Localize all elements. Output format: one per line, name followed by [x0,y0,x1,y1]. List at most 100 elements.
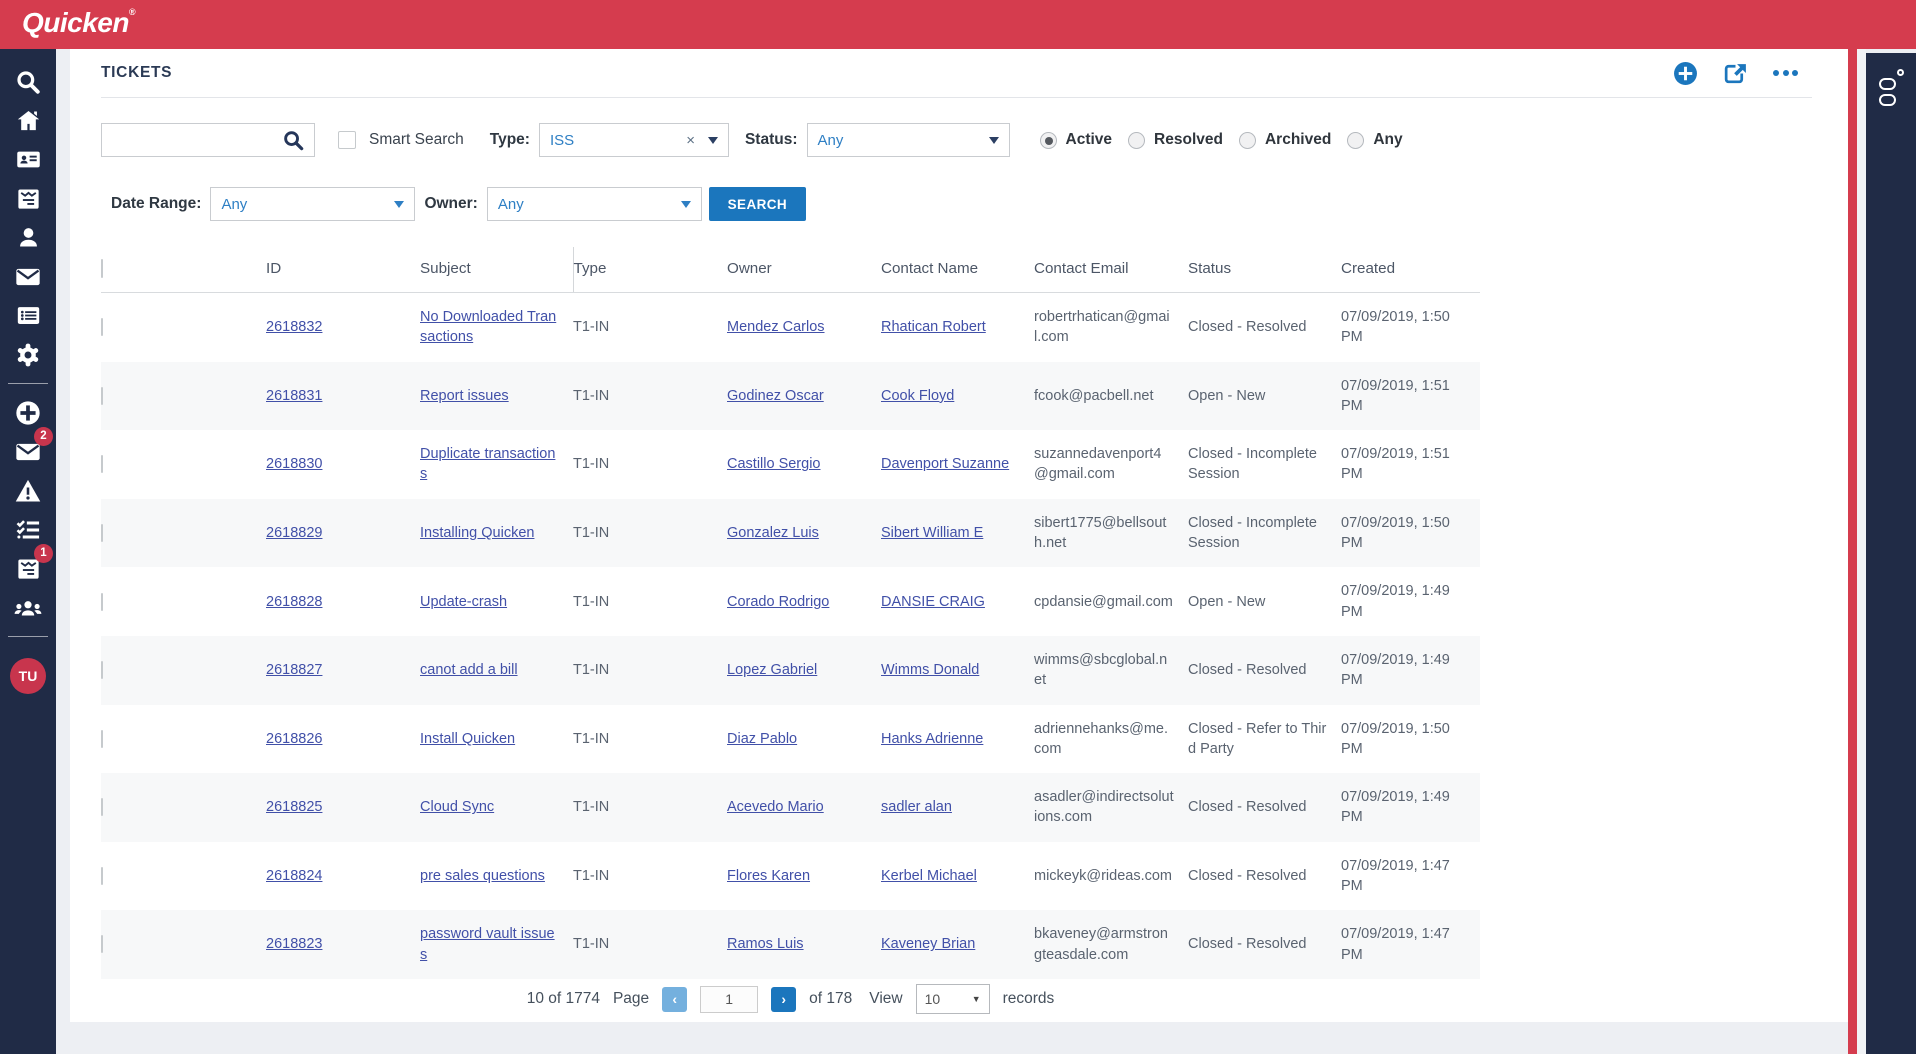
radio-button[interactable] [1347,132,1364,149]
sidebar-item-tickets[interactable] [14,185,42,213]
table-row[interactable]: 2618823 password vault issues T1-IN Ramo… [101,910,1480,979]
ticket-id-link[interactable]: 2618829 [266,525,322,541]
chevron-down-icon[interactable] [708,137,718,144]
sidebar-item-inbox[interactable]: 2 [14,438,42,466]
ticket-owner-link[interactable]: Mendez Carlos [727,319,825,335]
select-all-checkbox[interactable] [101,259,103,278]
table-row[interactable]: 2618827 canot add a bill T1-IN Lopez Gab… [101,636,1480,705]
ticket-id-link[interactable]: 2618827 [266,662,322,678]
row-checkbox[interactable] [101,318,103,336]
column-header-owner[interactable]: Owner [727,247,881,293]
table-row[interactable]: 2618832 No Downloaded Transactions T1-IN… [101,293,1480,362]
ticket-subject-link[interactable]: canot add a bill [420,662,518,678]
sidebar-item-my-tickets[interactable]: 1 [14,555,42,583]
row-checkbox[interactable] [101,387,103,405]
previous-page-button[interactable]: ‹ [662,987,687,1012]
sidebar-item-customer[interactable] [14,224,42,252]
user-avatar[interactable]: TU [10,658,46,694]
sidebar-item-home[interactable] [14,107,42,135]
search-button[interactable]: SEARCH [709,187,806,221]
ticket-subject-link[interactable]: Install Quicken [420,731,515,747]
radio-resolved[interactable]: Resolved [1128,131,1223,149]
sidebar-item-groups[interactable] [14,594,42,622]
row-checkbox[interactable] [101,798,103,816]
ticket-subject-link[interactable]: Installing Quicken [420,525,534,541]
sidebar-item-tasks[interactable] [14,516,42,544]
ticket-owner-link[interactable]: Corado Rodrigo [727,594,829,610]
ticket-owner-link[interactable]: Diaz Pablo [727,731,797,747]
contact-name-link[interactable]: Kerbel Michael [881,868,977,884]
table-row[interactable]: 2618825 Cloud Sync T1-IN Acevedo Mario s… [101,773,1480,842]
ticket-id-link[interactable]: 2618831 [266,388,322,404]
ticket-owner-link[interactable]: Castillo Sergio [727,456,821,472]
radio-button[interactable] [1128,132,1145,149]
collapsed-panel-icon[interactable] [1878,69,1904,109]
page-size-select[interactable]: 10 ▼ [916,984,990,1014]
radio-button[interactable] [1040,132,1057,149]
row-checkbox[interactable] [101,730,103,748]
table-row[interactable]: 2618831 Report issues T1-IN Godinez Osca… [101,362,1480,431]
owner-combobox[interactable]: Any [487,187,702,221]
row-checkbox[interactable] [101,524,103,542]
table-row[interactable]: 2618824 pre sales questions T1-IN Flores… [101,842,1480,911]
sidebar-item-search[interactable] [14,68,42,96]
column-header-subject[interactable]: Subject [420,247,573,293]
column-header-contact-name[interactable]: Contact Name [881,247,1034,293]
radio-button[interactable] [1239,132,1256,149]
ticket-id-link[interactable]: 2618825 [266,799,322,815]
ticket-subject-link[interactable]: Report issues [420,388,509,404]
radio-active[interactable]: Active [1040,131,1113,149]
ticket-id-link[interactable]: 2618828 [266,594,322,610]
ticket-subject-link[interactable]: Update-crash [420,594,507,610]
type-combobox[interactable]: ISS × [539,123,729,157]
chevron-down-icon[interactable] [989,137,999,144]
ticket-subject-link[interactable]: Cloud Sync [420,799,494,815]
sidebar-item-new-ticket[interactable] [14,399,42,427]
next-page-button[interactable]: › [771,987,796,1012]
sidebar-item-mail[interactable] [14,263,42,291]
ticket-subject-link[interactable]: Duplicate transactions [420,446,555,482]
chevron-down-icon[interactable] [681,201,691,208]
contact-name-link[interactable]: Hanks Adrienne [881,731,983,747]
ticket-owner-link[interactable]: Flores Karen [727,868,810,884]
contact-name-link[interactable]: Wimms Donald [881,662,979,678]
column-header-status[interactable]: Status [1188,247,1341,293]
contact-name-link[interactable]: Sibert William E [881,525,983,541]
contact-name-link[interactable]: DANSIE CRAIG [881,594,985,610]
smart-search-checkbox[interactable] [338,131,356,149]
column-header-id[interactable]: ID [266,247,420,293]
more-options-button[interactable] [1773,70,1798,76]
ticket-id-link[interactable]: 2618823 [266,936,322,952]
table-row[interactable]: 2618826 Install Quicken T1-IN Diaz Pablo… [101,705,1480,774]
contact-name-link[interactable]: sadler alan [881,799,952,815]
ticket-subject-link[interactable]: No Downloaded Transactions [420,309,556,345]
ticket-owner-link[interactable]: Lopez Gabriel [727,662,817,678]
vertical-scrollbar[interactable] [1857,49,1866,1054]
search-input[interactable] [102,124,282,156]
ticket-owner-link[interactable]: Godinez Oscar [727,388,824,404]
ticket-owner-link[interactable]: Gonzalez Luis [727,525,819,541]
table-row[interactable]: 2618828 Update-crash T1-IN Corado Rodrig… [101,567,1480,636]
add-ticket-button[interactable] [1673,61,1698,86]
chevron-down-icon[interactable] [394,201,404,208]
row-checkbox[interactable] [101,455,103,473]
column-header-contact-email[interactable]: Contact Email [1034,247,1188,293]
row-checkbox[interactable] [101,935,103,953]
ticket-id-link[interactable]: 2618824 [266,868,322,884]
contact-name-link[interactable]: Davenport Suzanne [881,456,1009,472]
type-clear-icon[interactable]: × [686,133,695,148]
column-header-type[interactable]: Type [573,247,727,293]
contact-name-link[interactable]: Cook Floyd [881,388,954,404]
status-combobox[interactable]: Any [807,123,1010,157]
ticket-id-link[interactable]: 2618830 [266,456,322,472]
radio-any[interactable]: Any [1347,131,1402,149]
date-range-combobox[interactable]: Any [210,187,415,221]
sidebar-item-list[interactable] [14,302,42,330]
page-number-input[interactable] [700,986,758,1013]
ticket-id-link[interactable]: 2618832 [266,319,322,335]
row-checkbox[interactable] [101,867,103,885]
radio-archived[interactable]: Archived [1239,131,1331,149]
sidebar-item-contacts[interactable] [14,146,42,174]
sidebar-item-alerts[interactable] [14,477,42,505]
column-header-created[interactable]: Created [1341,247,1480,293]
